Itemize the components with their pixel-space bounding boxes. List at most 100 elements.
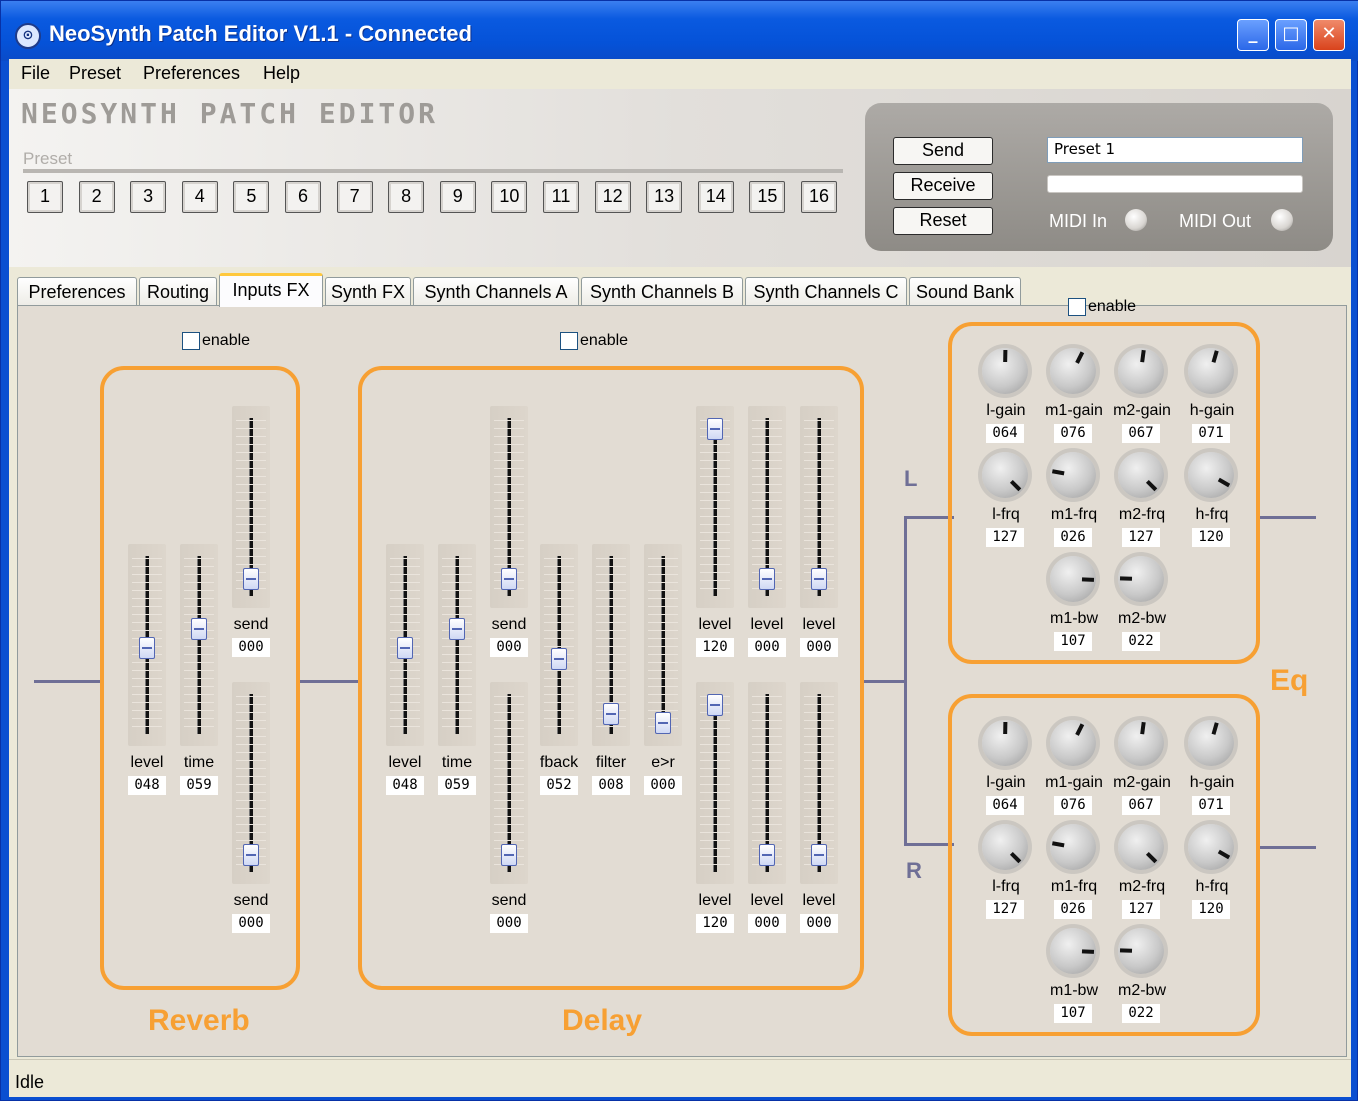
preset-button-14[interactable]: 14 xyxy=(697,181,734,213)
eq-right-h-frq-knob[interactable] xyxy=(1188,824,1234,870)
eq-right-m1-frq-value[interactable]: 026 xyxy=(1054,900,1092,919)
menu-preset[interactable]: Preset xyxy=(69,63,121,84)
eq-right-h-gain-value[interactable]: 071 xyxy=(1192,796,1230,815)
checkbox-box[interactable] xyxy=(560,332,578,350)
eq-right-m1-bw-knob[interactable] xyxy=(1050,928,1096,974)
preset-button-12[interactable]: 12 xyxy=(594,181,631,213)
eq-left-m1-bw-value[interactable]: 107 xyxy=(1054,632,1092,651)
delay-er-slider-value[interactable]: 000 xyxy=(644,776,682,795)
delay-out-top-slider-2-value[interactable]: 000 xyxy=(748,638,786,657)
slider-thumb[interactable] xyxy=(551,648,567,671)
slider-thumb[interactable] xyxy=(191,618,207,641)
eq-left-h-frq-value[interactable]: 120 xyxy=(1192,528,1230,547)
tab-synth-fx[interactable]: Synth FX xyxy=(325,277,411,307)
slider-thumb[interactable] xyxy=(501,843,517,866)
eq-right-l-gain-value[interactable]: 064 xyxy=(986,796,1024,815)
delay-out-bottom-slider-2-value[interactable]: 000 xyxy=(748,914,786,933)
delay-out-bottom-slider-1-value[interactable]: 120 xyxy=(696,914,734,933)
send-button[interactable]: Send xyxy=(893,137,993,165)
close-button[interactable]: ✕ xyxy=(1313,19,1345,51)
delay-er-slider[interactable] xyxy=(644,544,682,746)
reverb-level-slider-value[interactable]: 048 xyxy=(128,776,166,795)
slider-thumb[interactable] xyxy=(139,637,155,660)
delay-send-bottom-slider[interactable] xyxy=(490,682,528,884)
eq-left-m2-frq-value[interactable]: 127 xyxy=(1122,528,1160,547)
reverb-time-slider[interactable] xyxy=(180,544,218,746)
eq-enable-checkbox[interactable]: enable xyxy=(1068,298,1136,316)
tab-preferences[interactable]: Preferences xyxy=(17,277,137,307)
delay-out-top-slider-3-value[interactable]: 000 xyxy=(800,638,838,657)
delay-out-top-slider-1-value[interactable]: 120 xyxy=(696,638,734,657)
delay-out-top-slider-3[interactable] xyxy=(800,406,838,608)
delay-send-bottom-slider-value[interactable]: 000 xyxy=(490,914,528,933)
checkbox-box[interactable] xyxy=(182,332,200,350)
preset-button-13[interactable]: 13 xyxy=(646,181,683,213)
delay-enable-checkbox[interactable]: enable xyxy=(560,332,628,350)
slider-thumb[interactable] xyxy=(707,418,723,440)
preset-button-10[interactable]: 10 xyxy=(491,181,528,213)
preset-button-11[interactable]: 11 xyxy=(543,181,579,213)
preset-button-2[interactable]: 2 xyxy=(78,181,115,213)
eq-right-h-frq-value[interactable]: 120 xyxy=(1192,900,1230,919)
delay-out-bottom-slider-2[interactable] xyxy=(748,682,786,884)
slider-thumb[interactable] xyxy=(397,637,413,660)
preset-button-5[interactable]: 5 xyxy=(233,181,270,213)
reset-button[interactable]: Reset xyxy=(893,207,993,235)
preset-button-6[interactable]: 6 xyxy=(285,181,321,213)
eq-right-m2-bw-value[interactable]: 022 xyxy=(1122,1004,1160,1023)
eq-left-m2-gain-value[interactable]: 067 xyxy=(1122,424,1160,443)
delay-fback-slider-value[interactable]: 052 xyxy=(540,776,578,795)
delay-level-slider[interactable] xyxy=(386,544,424,746)
slider-thumb[interactable] xyxy=(811,567,827,590)
menu-help[interactable]: Help xyxy=(263,63,300,84)
preset-button-9[interactable]: 9 xyxy=(439,181,476,213)
slider-thumb[interactable] xyxy=(603,702,619,725)
preset-name-field[interactable]: Preset 1 xyxy=(1047,137,1303,163)
checkbox-box[interactable] xyxy=(1068,298,1086,316)
eq-left-l-frq-value[interactable]: 127 xyxy=(986,528,1024,547)
slider-thumb[interactable] xyxy=(243,567,259,590)
eq-right-m2-gain-knob[interactable] xyxy=(1118,720,1164,766)
delay-out-bottom-slider-3[interactable] xyxy=(800,682,838,884)
tab-sound-bank[interactable]: Sound Bank xyxy=(909,277,1021,307)
slider-thumb[interactable] xyxy=(655,712,671,734)
eq-left-h-frq-knob[interactable] xyxy=(1188,452,1234,498)
tab-synth-channels-b[interactable]: Synth Channels B xyxy=(581,277,743,307)
slider-thumb[interactable] xyxy=(243,843,259,866)
delay-out-bottom-slider-1[interactable] xyxy=(696,682,734,884)
preset-button-1[interactable]: 1 xyxy=(27,181,63,213)
delay-time-slider[interactable] xyxy=(438,544,476,746)
eq-left-m1-gain-knob[interactable] xyxy=(1050,348,1096,394)
eq-left-l-gain-value[interactable]: 064 xyxy=(986,424,1024,443)
eq-left-m1-frq-knob[interactable] xyxy=(1050,452,1096,498)
preset-button-4[interactable]: 4 xyxy=(181,181,218,213)
title-bar[interactable]: ⊙ NeoSynth Patch Editor V1.1 - Connected… xyxy=(1,1,1358,61)
slider-thumb[interactable] xyxy=(449,618,465,641)
preset-button-7[interactable]: 7 xyxy=(336,181,373,213)
preset-button-8[interactable]: 8 xyxy=(388,181,425,213)
delay-send-top-slider[interactable] xyxy=(490,406,528,608)
eq-right-l-frq-knob[interactable] xyxy=(982,824,1028,870)
eq-right-l-gain-knob[interactable] xyxy=(982,720,1028,766)
menu-preferences[interactable]: Preferences xyxy=(143,63,240,84)
slider-thumb[interactable] xyxy=(759,843,775,866)
delay-out-top-slider-2[interactable] xyxy=(748,406,786,608)
minimize-button[interactable]: _ xyxy=(1237,19,1269,51)
eq-left-m2-bw-knob[interactable] xyxy=(1118,556,1164,602)
delay-out-top-slider-1[interactable] xyxy=(696,406,734,608)
eq-right-m2-bw-knob[interactable] xyxy=(1118,928,1164,974)
reverb-send-top-slider[interactable] xyxy=(232,406,270,608)
preset-button-15[interactable]: 15 xyxy=(749,181,786,213)
menu-file[interactable]: File xyxy=(21,63,50,84)
eq-right-m1-gain-value[interactable]: 076 xyxy=(1054,796,1092,815)
eq-left-m2-bw-value[interactable]: 022 xyxy=(1122,632,1160,651)
preset-button-16[interactable]: 16 xyxy=(801,181,837,213)
slider-thumb[interactable] xyxy=(759,567,775,590)
eq-right-m2-gain-value[interactable]: 067 xyxy=(1122,796,1160,815)
eq-left-l-frq-knob[interactable] xyxy=(982,452,1028,498)
eq-left-l-gain-knob[interactable] xyxy=(982,348,1028,394)
tab-synth-channels-c[interactable]: Synth Channels C xyxy=(745,277,907,307)
slider-thumb[interactable] xyxy=(707,694,723,716)
preset-button-3[interactable]: 3 xyxy=(130,181,167,213)
tab-inputs-fx[interactable]: Inputs FX xyxy=(219,273,323,307)
